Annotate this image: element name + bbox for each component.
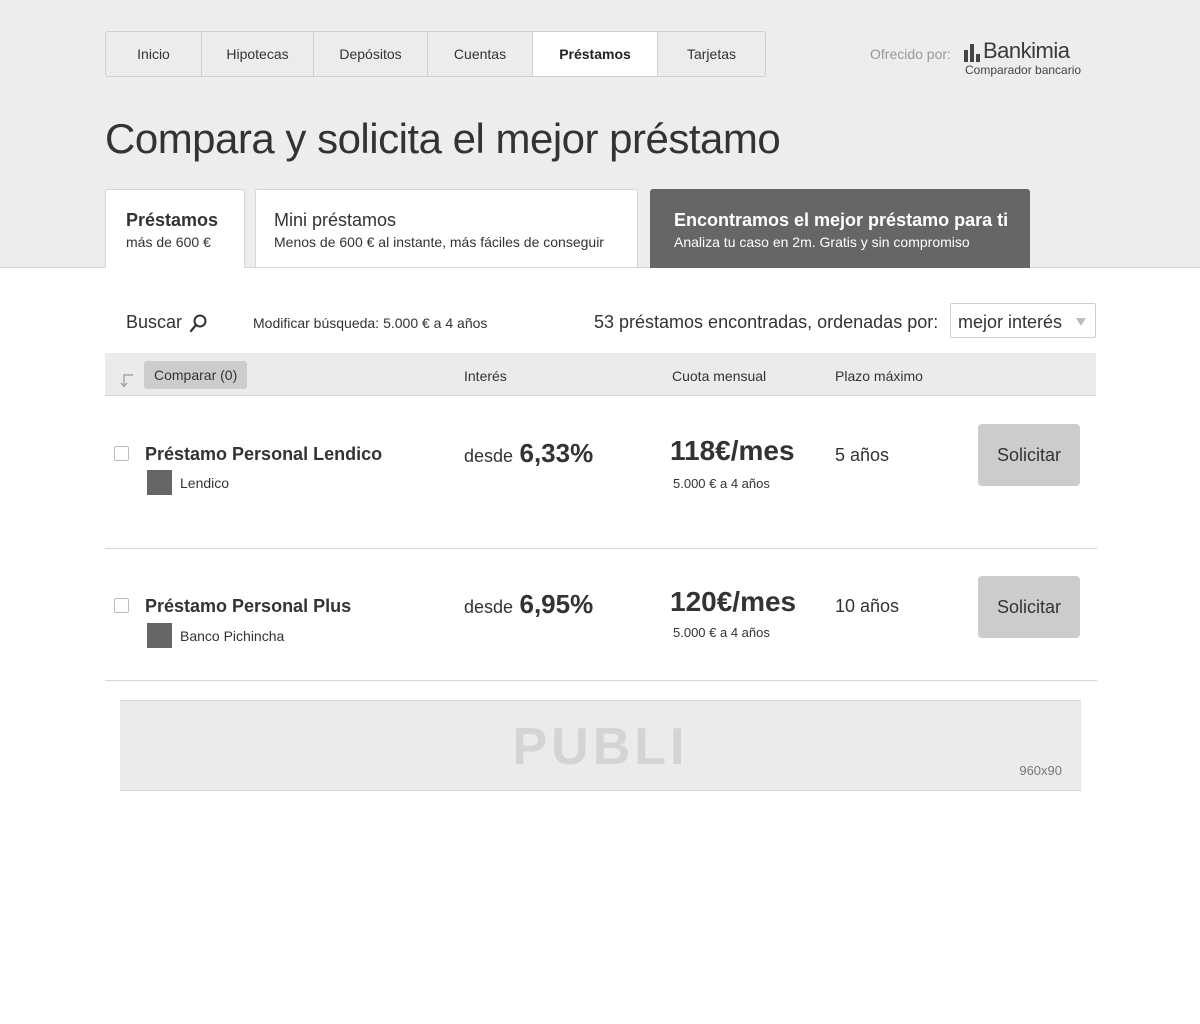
search-button[interactable]: Buscar — [126, 312, 208, 333]
modify-search-link[interactable]: Modificar búsqueda: 5.000 € a 4 años — [253, 315, 487, 331]
loan-name[interactable]: Préstamo Personal Plus — [145, 596, 351, 617]
modify-search-label: Modificar búsqueda: — [253, 315, 380, 331]
compare-button[interactable]: Comparar (0) — [144, 361, 248, 389]
sort-select[interactable]: mejor interés — [950, 303, 1096, 338]
search-icon — [189, 314, 207, 332]
product-tab-title: Mini préstamos — [274, 210, 397, 230]
nav-tab-inicio[interactable]: Inicio — [106, 32, 202, 76]
product-tab-prestamos[interactable]: Préstamos más de 600 € — [105, 189, 245, 268]
nav-tab-cuentas[interactable]: Cuentas — [428, 32, 533, 76]
monthly-payment-detail: 5.000 € a 4 años — [673, 625, 770, 640]
loan-interest: desde 6,95% — [464, 589, 593, 620]
product-tab-title: Préstamos — [126, 210, 219, 230]
nav-tab-tarjetas[interactable]: Tarjetas — [658, 32, 765, 76]
loan-row: Préstamo Personal Plus Banco Pichincha d… — [105, 549, 1097, 681]
search-toolbar: Buscar Modificar búsqueda: 5.000 € a 4 añ… — [105, 300, 1096, 340]
loan-interest: desde 6,33% — [464, 438, 593, 469]
max-term: 10 años — [835, 596, 900, 616]
chevron-down-icon — [1076, 318, 1086, 326]
product-tab-mini-prestamos[interactable]: Mini préstamos Menos de 600 € al instant… — [255, 189, 638, 267]
loan-name[interactable]: Préstamo Personal Lendico — [145, 444, 382, 465]
compare-checkbox[interactable] — [114, 598, 129, 613]
cta-tab-subtitle: Analiza tu caso en 2m. Gratis y sin comp… — [674, 234, 970, 250]
bank-name: Banco Pichincha — [180, 628, 285, 644]
column-header-plazo[interactable]: Plazo máximo — [835, 368, 923, 384]
bank-logo — [147, 470, 172, 495]
brand-tagline: Comparador bancario — [965, 63, 1082, 77]
bar-chart-icon — [964, 42, 980, 62]
monthly-payment: 118€/mes — [670, 435, 795, 466]
monthly-payment-detail: 5.000 € a 4 años — [673, 476, 770, 491]
nav-tab-prestamos[interactable]: Préstamos — [533, 32, 658, 76]
page-title: Compara y solicita el mejor préstamo — [105, 115, 781, 162]
interest-rate: 6,33% — [519, 438, 594, 468]
modify-search-value: 5.000 € a 4 años — [383, 315, 488, 331]
ad-banner[interactable]: PUBLI 960x90 — [120, 700, 1081, 791]
interest-rate: 6,95% — [519, 589, 594, 619]
best-loan-cta-tab[interactable]: Encontramos el mejor préstamo para ti An… — [650, 189, 1030, 268]
cta-tab-title: Encontramos el mejor préstamo para ti — [674, 210, 1009, 230]
bank-logo — [147, 623, 172, 648]
product-tab-subtitle: más de 600 € — [126, 234, 211, 250]
column-header-interes[interactable]: Interés — [464, 368, 507, 384]
ad-placeholder-label: PUBLI — [512, 718, 689, 776]
nav-tab-hipotecas[interactable]: Hipotecas — [202, 32, 314, 76]
main-nav: Inicio Hipotecas Depósitos Cuentas Prést… — [105, 31, 766, 77]
interest-prefix: desde — [464, 597, 514, 617]
bank-name: Lendico — [180, 475, 230, 491]
compare-checkbox[interactable] — [114, 446, 129, 461]
interest-prefix: desde — [464, 446, 514, 466]
product-tab-subtitle: Menos de 600 € al instante, más fáciles … — [274, 234, 604, 250]
sort-selected-value: mejor interés — [958, 312, 1063, 332]
nav-tab-depositos[interactable]: Depósitos — [314, 32, 428, 76]
offered-by-label: Ofrecido por: — [870, 46, 951, 62]
apply-button[interactable]: Solicitar — [978, 424, 1080, 486]
results-count: 53 préstamos encontradas, ordenadas por: — [594, 312, 939, 332]
ad-size-label: 960x90 — [1019, 763, 1062, 778]
results-table-header: Comparar (0) Interés Cuota mensual Plazo… — [105, 353, 1096, 396]
compare-arrow-icon — [120, 374, 133, 388]
monthly-payment: 120€/mes — [670, 586, 797, 617]
loan-row: Préstamo Personal Lendico Lendico desde … — [105, 397, 1097, 549]
brand-logo[interactable]: Bankimia Comparador bancario — [964, 38, 1089, 80]
brand-name: Bankimia — [983, 38, 1070, 63]
column-header-cuota[interactable]: Cuota mensual — [672, 368, 766, 384]
apply-button[interactable]: Solicitar — [978, 576, 1080, 638]
max-term: 5 años — [835, 445, 890, 465]
search-label: Buscar — [126, 312, 183, 332]
